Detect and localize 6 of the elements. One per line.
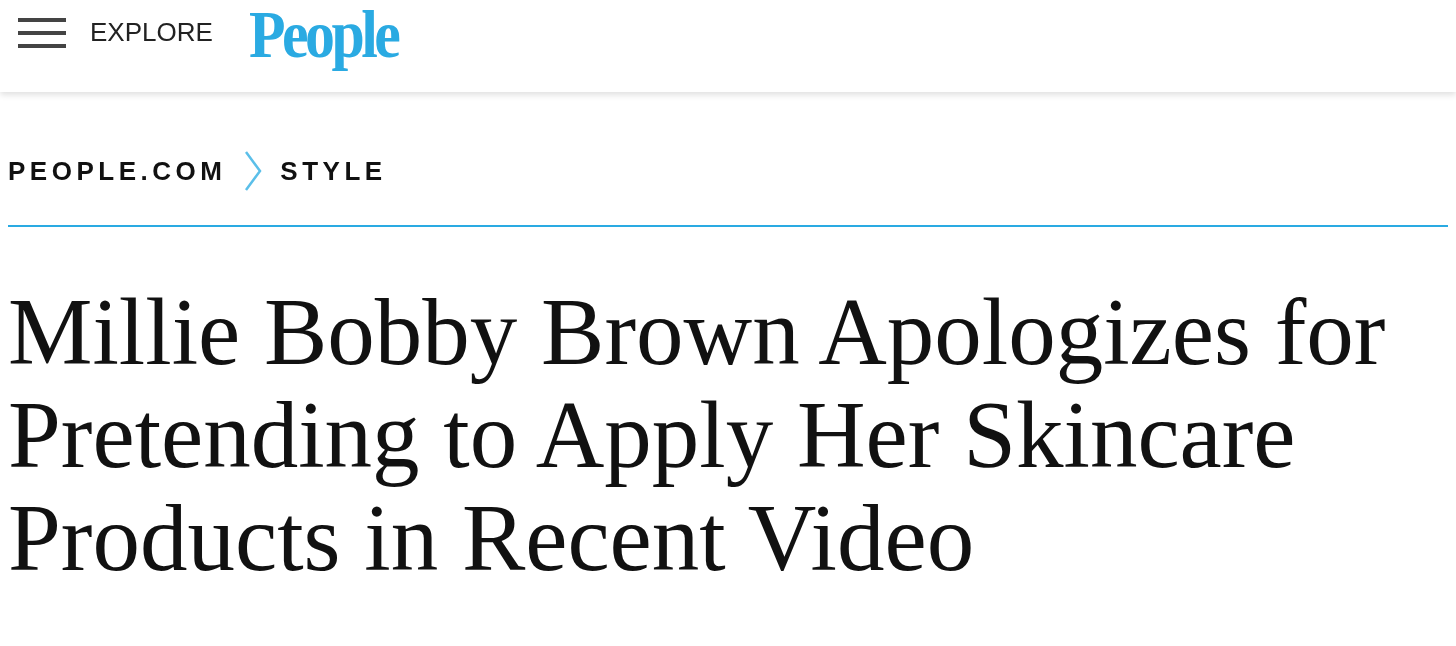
breadcrumb-link[interactable]: PEOPLE.COM	[8, 155, 227, 187]
breadcrumb-link[interactable]: STYLE	[280, 155, 387, 187]
menu-icon	[18, 17, 66, 48]
chevron-right-icon	[244, 151, 263, 191]
explore-menu-button[interactable]: EXPLORE	[18, 17, 213, 48]
article-headline: Millie Bobby Brown Apologizes for Pretending to Apply Her Skincare Products in Recent Video	[8, 281, 1387, 590]
